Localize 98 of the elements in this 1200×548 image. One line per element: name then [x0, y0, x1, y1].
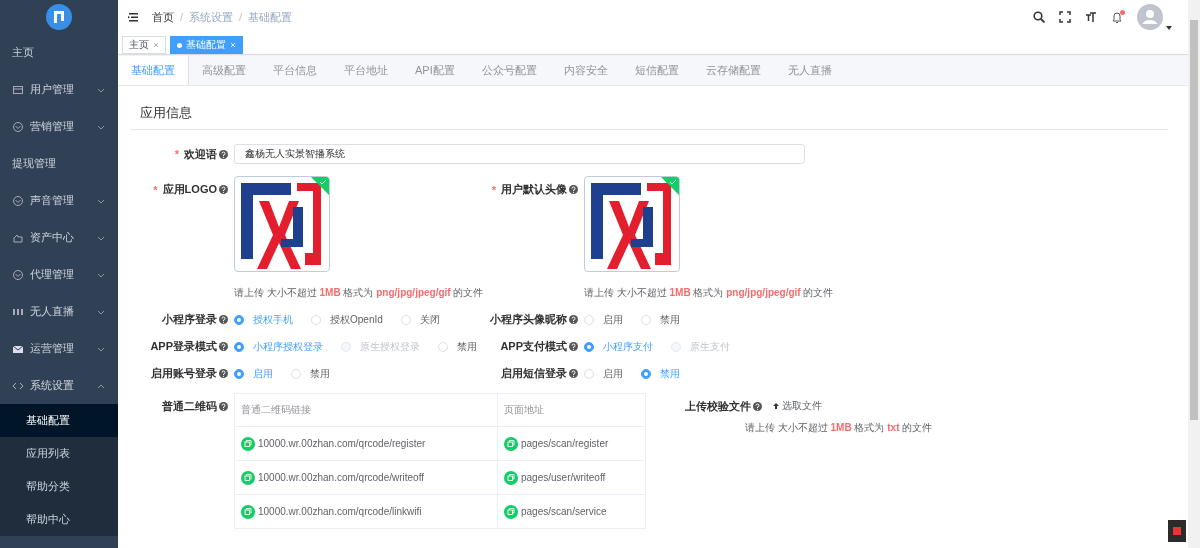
radio-button[interactable]	[641, 368, 651, 379]
sidebar-item-label: 资产中心	[30, 230, 75, 245]
uploaded-image[interactable]	[584, 176, 680, 272]
table-cell: pages/scan/register	[521, 438, 609, 449]
sidebar-item[interactable]: 无人直播	[0, 293, 118, 330]
radio-option[interactable]: 禁用	[641, 312, 680, 327]
breadcrumb-item: 基础配置	[248, 9, 293, 25]
field-label: 启用短信登录	[501, 366, 567, 381]
table-cell: 10000.wr.00zhan.com/qrcode/writeoff	[258, 472, 425, 483]
table-cell: pages/user/writeoff	[521, 472, 606, 483]
copy-icon[interactable]	[241, 436, 255, 451]
submenu-item[interactable]: 帮助中心	[0, 503, 118, 536]
required-mark: *	[174, 148, 179, 160]
upload-hint: 请上传 大小不超过 1MB 格式为 txt 的文件	[745, 421, 933, 435]
radio-option[interactable]: 禁用	[438, 339, 477, 354]
copy-icon[interactable]	[504, 504, 518, 519]
field-label: 小程序头像昵称	[490, 312, 567, 327]
copy-icon[interactable]	[504, 436, 518, 451]
uploaded-image[interactable]	[234, 176, 330, 272]
help-icon[interactable]	[219, 369, 228, 378]
sidebar-item[interactable]: 用户管理	[0, 71, 118, 108]
sidebar-item-label: 系统设置	[30, 378, 75, 393]
radio-button[interactable]	[584, 341, 594, 352]
help-icon[interactable]	[569, 185, 578, 194]
table-cell: 10000.wr.00zhan.com/qrcode/register	[258, 438, 426, 449]
radio-option[interactable]: 授权OpenId	[311, 312, 383, 327]
menu-toggle-icon[interactable]	[128, 11, 140, 23]
field-label: 小程序登录	[162, 312, 217, 327]
help-icon[interactable]	[753, 401, 762, 411]
sidebar-item-label: 提现管理	[12, 156, 57, 171]
help-icon[interactable]	[219, 149, 228, 159]
copy-icon[interactable]	[241, 504, 255, 519]
upload-hint: 请上传 大小不超过 1MB 格式为 png/jpg/jpeg/gif 的文件	[584, 286, 834, 300]
help-icon[interactable]	[219, 402, 228, 411]
sidebar-item[interactable]: 资产中心	[0, 219, 118, 256]
help-icon[interactable]	[569, 369, 578, 378]
sidebar-item-label: 无人直播	[30, 304, 75, 319]
help-icon[interactable]	[219, 185, 228, 194]
window-icon	[12, 83, 24, 96]
sidebar-item-label: 营销管理	[30, 119, 75, 134]
help-icon[interactable]	[569, 342, 578, 351]
breadcrumb-separator: /	[239, 11, 243, 23]
field-label: 启用账号登录	[151, 366, 217, 381]
sidebar-item-label: 代理管理	[30, 267, 75, 282]
sidebar-item-label: 运营管理	[30, 341, 75, 356]
upload-hint: 请上传 大小不超过 1MB 格式为 png/jpg/jpeg/gif 的文件	[234, 286, 484, 300]
column-header: 普通二维码链接	[234, 393, 498, 427]
sidebar-item[interactable]: 系统设置	[0, 367, 118, 404]
radio-button[interactable]	[234, 368, 244, 379]
radio-option[interactable]: 关闭	[400, 312, 440, 327]
caret-icon[interactable]	[1166, 26, 1172, 30]
sidebar-item[interactable]: 运营管理	[0, 330, 118, 367]
table-cell: pages/scan/service	[521, 506, 607, 517]
page-tag[interactable]: 主页	[122, 36, 166, 54]
column-header: 页面地址	[497, 393, 646, 427]
breadcrumb-item[interactable]: 首页	[152, 9, 174, 25]
sidebar-item[interactable]: 声音管理	[0, 182, 118, 219]
field-label: APP登录模式	[150, 339, 217, 354]
help-icon[interactable]	[219, 342, 228, 351]
scrollbar-thumb[interactable]	[1190, 20, 1198, 420]
sidebar-item[interactable]: 主页	[0, 34, 118, 71]
field-label: 用户默认头像	[501, 182, 567, 197]
field-label: APP支付模式	[500, 339, 567, 354]
notification-icon[interactable]	[1111, 10, 1123, 24]
submenu-item[interactable]: 应用列表	[0, 437, 118, 470]
app-logo	[45, 3, 73, 31]
field-label: 应用LOGO	[162, 182, 217, 197]
radio-button[interactable]	[234, 314, 244, 325]
breadcrumb-separator: /	[180, 11, 184, 23]
sidebar-item-label: 主页	[12, 45, 35, 60]
search-icon[interactable]	[1033, 11, 1045, 23]
radio-option[interactable]: 禁用	[291, 366, 330, 381]
help-icon[interactable]	[219, 315, 228, 324]
copy-icon[interactable]	[504, 470, 518, 485]
field-label: 上传校验文件	[685, 398, 751, 414]
section-title: 应用信息	[130, 100, 1168, 130]
copy-icon[interactable]	[241, 470, 255, 485]
upload-icon	[772, 402, 780, 410]
required-mark: *	[153, 183, 158, 196]
radio-option[interactable]: 启用	[584, 366, 623, 381]
field-label: 普通二维码	[162, 399, 217, 414]
radio-button[interactable]	[234, 341, 244, 352]
sidebar-item[interactable]: 代理管理	[0, 256, 118, 293]
sidebar-item[interactable]: 提现管理	[0, 145, 118, 182]
table-cell: 10000.wr.00zhan.com/qrcode/linkwifi	[258, 506, 422, 517]
close-icon[interactable]	[153, 42, 159, 48]
sidebar-item-label: 用户管理	[30, 82, 75, 97]
font-size-icon[interactable]	[1085, 11, 1097, 23]
fullscreen-icon[interactable]	[1059, 11, 1071, 23]
field-label: 欢迎语	[184, 146, 217, 162]
sidebar-item-label: 声音管理	[30, 193, 75, 208]
radio-option[interactable]: 启用	[584, 312, 623, 327]
required-mark: *	[491, 183, 496, 196]
submenu-item[interactable]: 帮助分类	[0, 470, 118, 503]
sidebar-item[interactable]: 营销管理	[0, 108, 118, 145]
help-icon[interactable]	[569, 315, 578, 324]
submenu-item[interactable]: 基础配置	[0, 404, 118, 437]
text-field[interactable]: 鑫杨无人实景智播系统	[234, 144, 805, 164]
